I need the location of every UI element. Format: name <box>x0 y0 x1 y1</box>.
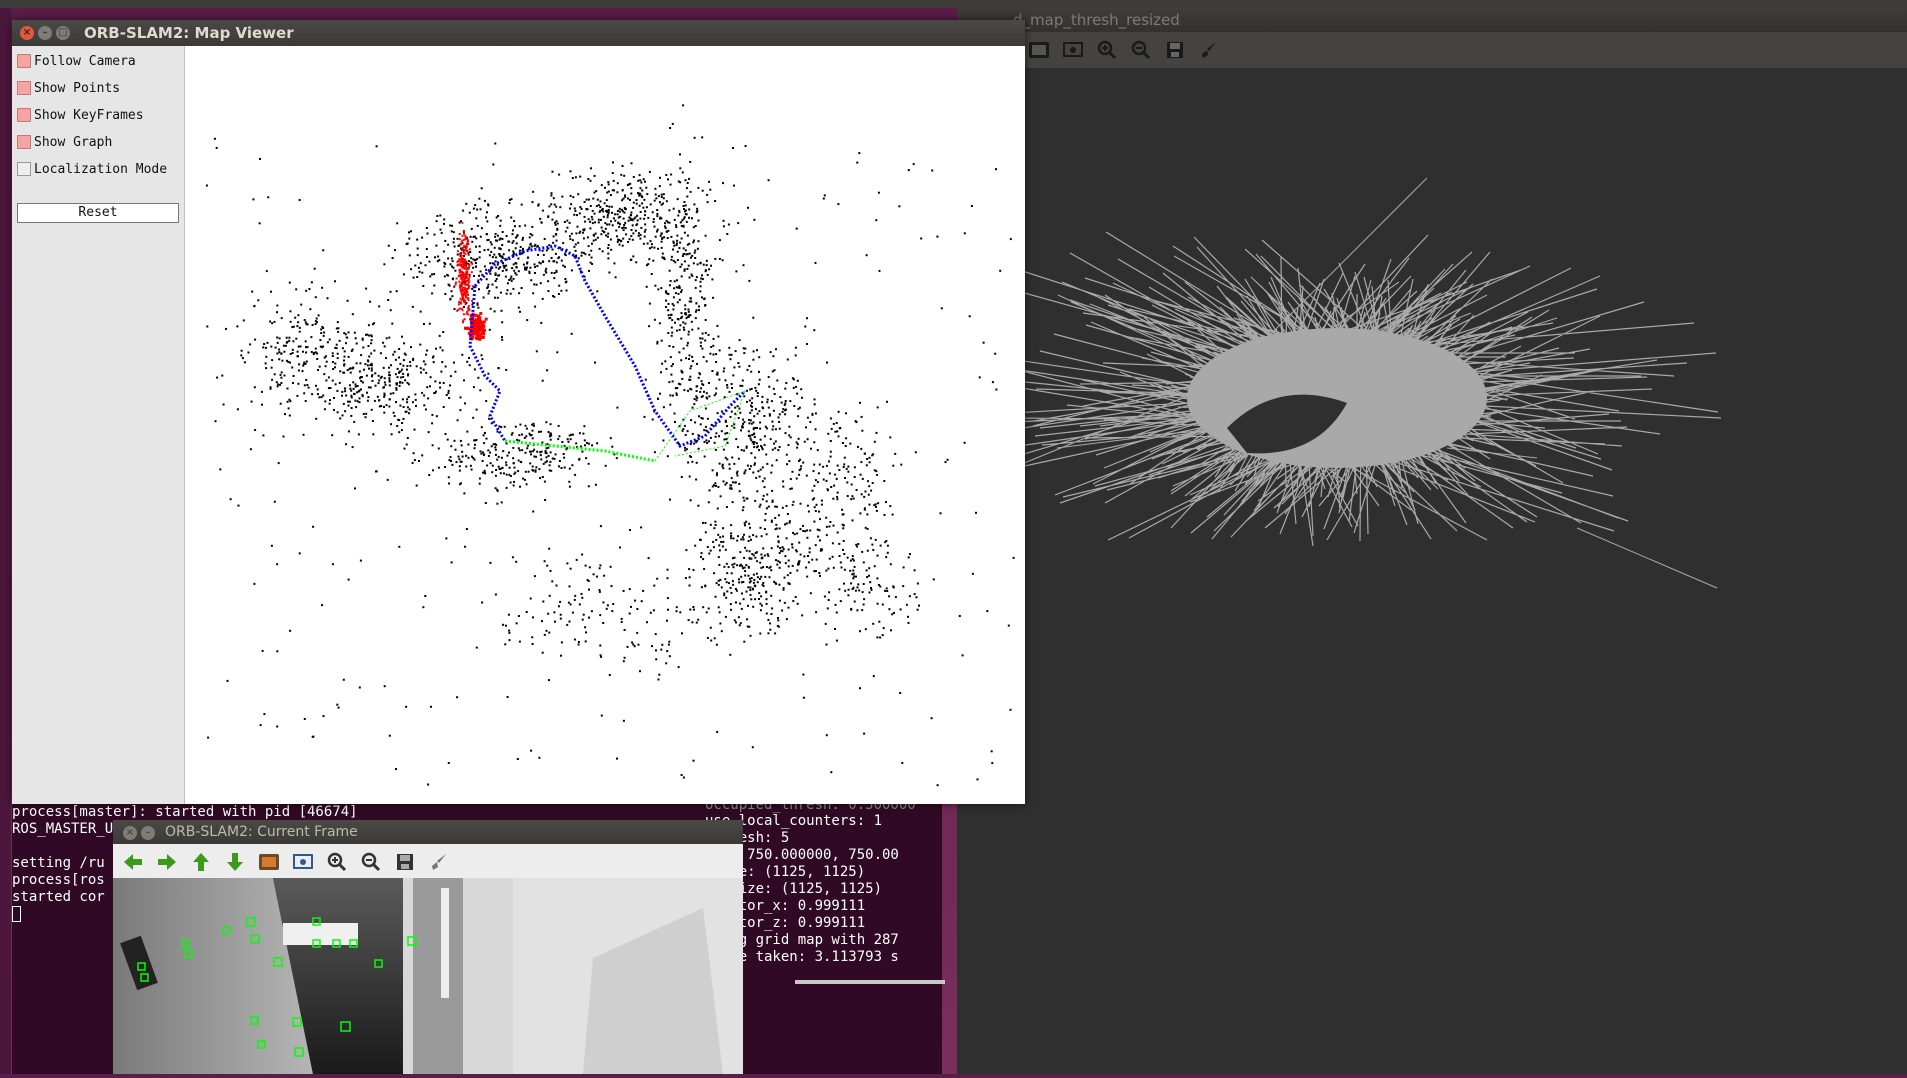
checkbox-icon[interactable] <box>17 162 31 176</box>
current-frame-title: ORB-SLAM2: Current Frame <box>165 824 358 840</box>
arrow-right-icon[interactable] <box>153 848 181 876</box>
launcher-edge <box>0 8 11 1074</box>
show-points-option[interactable]: Show Points <box>17 77 120 99</box>
current-frame-window: × – ORB-SLAM2: Current Frame <box>113 820 743 1074</box>
checkbox-icon[interactable] <box>17 108 31 122</box>
terminal-line: process[master]: started with pid [46674… <box>12 804 358 820</box>
zoom-in-icon[interactable] <box>323 848 351 876</box>
maximize-icon[interactable]: □ <box>56 26 70 40</box>
fit-icon[interactable] <box>1059 36 1087 64</box>
grid-map-toolbar <box>957 32 1907 68</box>
grid-map-canvas[interactable] <box>957 68 1907 1074</box>
save-icon[interactable] <box>391 848 419 876</box>
follow-camera-option[interactable]: Follow Camera <box>17 50 136 72</box>
fit-icon[interactable] <box>289 848 317 876</box>
image-icon[interactable] <box>1025 36 1053 64</box>
close-icon[interactable]: × <box>20 26 34 40</box>
checkbox-icon[interactable] <box>17 54 31 68</box>
minimize-icon[interactable]: – <box>38 26 52 40</box>
option-label: Localization Mode <box>34 161 168 177</box>
brush-icon[interactable] <box>425 848 453 876</box>
option-label: Follow Camera <box>34 53 136 69</box>
grid-map-titlebar[interactable]: d_map_thresh_resized <box>957 8 1907 32</box>
save-icon[interactable] <box>1161 36 1189 64</box>
terminal-line: ROS_MASTER_U <box>12 821 114 837</box>
map-viewer-window: × – □ ORB-SLAM2: Map Viewer Follow Camer… <box>12 20 1025 804</box>
checkbox-icon[interactable] <box>17 135 31 149</box>
show-graph-option[interactable]: Show Graph <box>17 131 112 153</box>
options-panel: Follow Camera Show Points Show KeyFrames… <box>12 46 185 804</box>
current-frame-titlebar[interactable]: × – ORB-SLAM2: Current Frame <box>113 820 743 844</box>
image-icon[interactable] <box>255 848 283 876</box>
checkbox-icon[interactable] <box>17 81 31 95</box>
current-frame-toolbar <box>113 844 743 878</box>
terminal-cursor <box>12 906 21 922</box>
grid-map-window: d_map_thresh_resized <box>957 8 1907 1074</box>
brush-icon[interactable] <box>1195 36 1223 64</box>
zoom-out-icon[interactable] <box>1127 36 1155 64</box>
option-label: Show Points <box>34 80 121 96</box>
arrow-down-icon[interactable] <box>221 848 249 876</box>
reset-button[interactable]: Reset <box>17 203 179 223</box>
terminal-line: process[ros <box>12 872 105 888</box>
top-panel <box>0 0 1907 8</box>
grid-map-title: d_map_thresh_resized <box>1013 11 1180 29</box>
option-label: Show Graph <box>34 134 113 150</box>
terminal-line: setting /ru <box>12 855 105 871</box>
minimize-icon[interactable]: – <box>141 826 155 840</box>
localization-mode-option[interactable]: Localization Mode <box>17 158 167 180</box>
zoom-in-icon[interactable] <box>1093 36 1121 64</box>
option-label: Show KeyFrames <box>34 107 144 123</box>
zoom-out-icon[interactable] <box>357 848 385 876</box>
terminal-scrollbar[interactable] <box>795 980 945 984</box>
close-icon[interactable]: × <box>123 826 137 840</box>
map-viewer-titlebar[interactable]: × – □ ORB-SLAM2: Map Viewer <box>12 20 1025 46</box>
arrow-left-icon[interactable] <box>119 848 147 876</box>
terminal-line: started cor <box>12 889 105 905</box>
arrow-up-icon[interactable] <box>187 848 215 876</box>
map-viewer-title: ORB-SLAM2: Map Viewer <box>84 24 294 42</box>
camera-frame-image[interactable] <box>113 878 743 1074</box>
show-keyframes-option[interactable]: Show KeyFrames <box>17 104 144 126</box>
map-view-canvas[interactable] <box>185 46 1025 804</box>
